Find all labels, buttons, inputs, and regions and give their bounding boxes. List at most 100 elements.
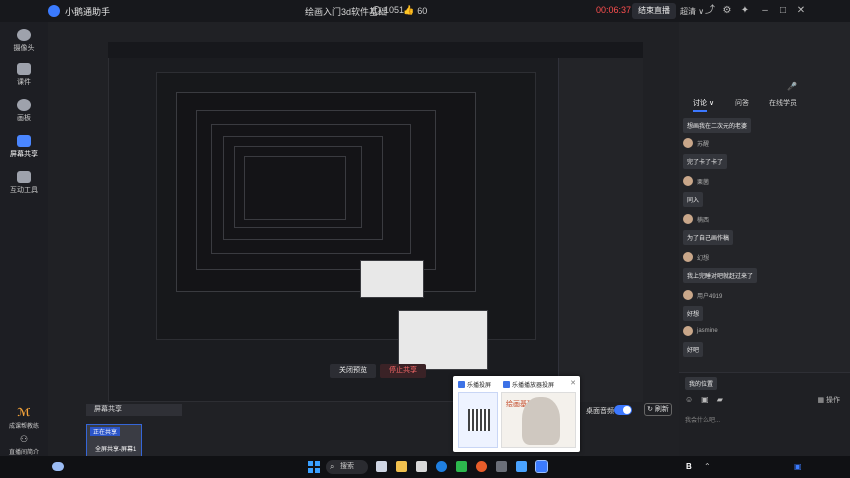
live-timer: 00:06:37: [596, 5, 632, 15]
tab-lebo-cast[interactable]: 乐播投屏: [458, 380, 491, 389]
tab-discussion[interactable]: 讨论 ∨: [693, 98, 714, 112]
sidebar-item-courseware[interactable]: 课件: [0, 58, 48, 92]
wechat-icon[interactable]: [456, 461, 467, 472]
settings-icon[interactable]: ⚙: [722, 6, 732, 16]
player-icon: [503, 381, 510, 388]
refresh-button[interactable]: ↻ 刷新: [644, 403, 672, 416]
start-icon[interactable]: [308, 461, 320, 473]
sidebar-item-toolbox[interactable]: 互动工具: [0, 166, 48, 200]
chat-user: 栗菌: [683, 176, 709, 186]
firefox-icon[interactable]: [476, 461, 487, 472]
screen-share-icon: [17, 135, 31, 147]
operations-menu[interactable]: ▦ 操作: [817, 395, 840, 405]
close-icon[interactable]: ✕: [796, 6, 806, 16]
tab-qa[interactable]: 问答: [735, 98, 749, 108]
sidebar-item-palette[interactable]: 画板: [0, 94, 48, 128]
screen-share-stage: ···: [48, 22, 679, 456]
chat-message: 想画我在二次元的老婆: [683, 118, 752, 133]
chat-input[interactable]: 我会什么吧...: [685, 415, 720, 424]
chat-input-area: 我的位置 ☺ ▣ ▰ ▦ 操作 我会什么吧...: [679, 372, 850, 456]
app-logo-icon: [48, 5, 60, 17]
chat-panel: 🎤 讨论 ∨ 问答 在线学员 想画我在二次元的老婆 苏醒 完了卡了卡了 栗菌 同…: [679, 22, 850, 456]
xiaoe-assistant-icon[interactable]: [535, 460, 548, 473]
notepad-icon[interactable]: [416, 461, 427, 472]
nested-title-bar: [108, 42, 643, 58]
chat-message: 好想: [683, 306, 704, 321]
tab-online-students[interactable]: 在线学员: [769, 98, 797, 108]
my-position-button[interactable]: 我的位置: [685, 377, 718, 390]
left-sidebar: 摄像头 课件 画板 屏幕共享 互动工具 ℳ 成课帮教练 ⚇ 直播间简介: [0, 22, 48, 456]
cast-qr-panel: [458, 392, 498, 448]
cast-icon: [458, 381, 465, 388]
avatar: [683, 176, 693, 186]
weather-icon[interactable]: [52, 462, 64, 471]
sidebar-item-camera[interactable]: 摄像头: [0, 24, 48, 58]
chat-user: jasmine: [683, 326, 718, 336]
nested-screen-level-8: [244, 156, 346, 220]
edge-icon[interactable]: [436, 461, 447, 472]
title-bar: 小鹅通助手 绘画入门3d软件基础 1051 👍 60 00:06:37 结束直播 …: [0, 0, 850, 22]
maximize-icon[interactable]: □: [778, 6, 788, 16]
sidebar-item-coach[interactable]: ℳ 成课帮教练: [0, 406, 48, 430]
projection-popup[interactable]: 乐播投屏 乐播播放器投屏 ✕ 绘画基础: [453, 376, 580, 452]
minimize-icon[interactable]: –: [760, 6, 770, 16]
end-live-button[interactable]: 结束直播: [632, 3, 676, 19]
popup-close-icon[interactable]: ✕: [570, 379, 576, 387]
mic-icon[interactable]: 🎤: [787, 82, 797, 91]
qr-code: [468, 409, 490, 431]
player-preview: 绘画基础: [501, 392, 576, 448]
app-icon[interactable]: [496, 461, 507, 472]
share-source-label: 全屏共享-屏幕1: [95, 447, 137, 453]
sharing-tag: 正在共享: [90, 427, 121, 436]
viewer-icon: [372, 5, 381, 15]
chat-message: 好吧: [683, 342, 704, 357]
pin-icon[interactable]: ✦: [740, 6, 750, 16]
taskbar-search[interactable]: 搜索: [326, 460, 368, 474]
sidebar-item-screen-share[interactable]: 屏幕共享: [0, 130, 48, 164]
portrait-artwork: [522, 397, 560, 445]
viewer-count: 1051: [372, 5, 404, 15]
courseware-icon: [17, 63, 31, 75]
thumb-up-icon: 👍: [403, 5, 415, 15]
chat-toolbar: ☺ ▣ ▰: [685, 395, 723, 404]
avatar: [683, 326, 693, 336]
app-name: 小鹅通助手: [65, 6, 111, 17]
desktop-audio-label: 桌面音频: [586, 408, 614, 415]
chat-message: 完了卡了卡了: [683, 154, 728, 169]
toolbox-icon: [17, 171, 31, 183]
chat-user: 用户4919: [683, 290, 722, 300]
tray-app-icon[interactable]: B: [686, 462, 692, 471]
chat-user: 楠西: [683, 214, 709, 224]
coach-icon: ℳ: [17, 407, 31, 419]
tab-lebo-player[interactable]: 乐播播放器投屏: [503, 380, 554, 389]
nested-popup-small: [360, 260, 424, 298]
tray-chevron-icon[interactable]: ⌃: [704, 462, 711, 471]
windows-taskbar: 搜索 B ⌃ ▣: [0, 456, 850, 478]
task-view-icon[interactable]: [376, 461, 387, 472]
nested-chat-panel: [558, 58, 643, 402]
avatar: [683, 214, 693, 224]
share-thumbnail[interactable]: 正在共享 全屏共享-屏幕1: [86, 424, 142, 458]
image-icon[interactable]: ▣: [701, 395, 709, 404]
sidebar-item-intro[interactable]: ⚇ 直播间简介: [0, 434, 48, 456]
stop-share-button[interactable]: 停止共享: [380, 364, 426, 378]
chat-message: 为了自己画作稿: [683, 230, 734, 245]
avatar: [683, 252, 693, 262]
screen-share-label: 屏幕共享: [86, 404, 182, 416]
desktop-audio-toggle[interactable]: [614, 405, 632, 415]
camera-icon: [17, 29, 31, 41]
chat-message: 同入: [683, 192, 704, 207]
emoji-icon[interactable]: ☺: [685, 395, 693, 404]
chat-user: 苏醒: [683, 138, 709, 148]
tray-network-icon[interactable]: ▣: [794, 462, 802, 471]
share-icon[interactable]: ⤴: [705, 6, 715, 16]
folder-icon[interactable]: ▰: [717, 395, 723, 404]
close-preview-button[interactable]: 关闭预览: [330, 364, 376, 378]
nested-popup-medium: [398, 310, 488, 370]
quality-select[interactable]: 超清 ∨: [680, 6, 704, 17]
intro-icon: ⚇: [19, 434, 29, 444]
palette-icon: [17, 99, 31, 111]
chat-message: 我上完睡对吧就赶过来了: [683, 268, 758, 283]
file-explorer-icon[interactable]: [396, 461, 407, 472]
photos-icon[interactable]: [516, 461, 527, 472]
